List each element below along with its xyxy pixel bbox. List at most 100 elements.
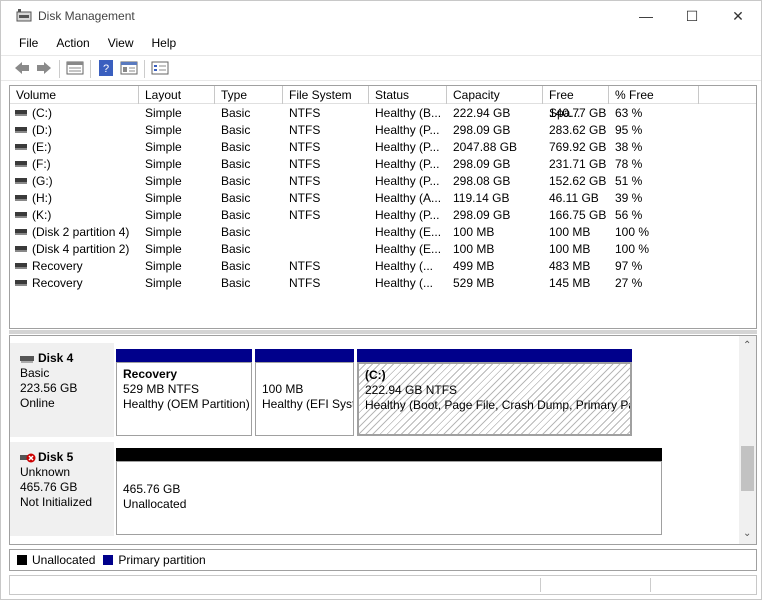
table-row[interactable]: (E:) Simple Basic NTFS Healthy (P... 2047.88 … <box>10 139 756 156</box>
drive-icon <box>15 161 27 167</box>
cell-status: Healthy (... <box>375 276 434 290</box>
column-header-percent-free[interactable]: % Free <box>609 86 699 104</box>
table-row[interactable]: (G:) Simple Basic NTFS Healthy (P... 298.08 G… <box>10 173 756 190</box>
drive-icon <box>15 144 27 150</box>
column-header-status[interactable]: Status <box>369 86 447 104</box>
drive-icon <box>15 246 27 252</box>
cell-layout: Simple <box>145 140 182 154</box>
svg-text:?: ? <box>103 63 109 75</box>
cell-status: Healthy (A... <box>375 191 442 205</box>
drive-icon <box>15 280 27 286</box>
drive-icon <box>15 195 27 201</box>
partition-efi[interactable]: 100 MB Healthy (EFI System Partition) <box>255 362 354 436</box>
table-row[interactable]: (H:) Simple Basic NTFS Healthy (A... 119.14 G… <box>10 190 756 207</box>
cell-status: Healthy (E... <box>375 242 442 256</box>
drive-icon <box>15 263 27 269</box>
unallocated-space[interactable]: 465.76 GB Unallocated <box>116 461 662 535</box>
cell-layout: Simple <box>145 259 182 273</box>
cell-volume: (E:) <box>32 140 52 154</box>
table-row[interactable]: (K:) Simple Basic NTFS Healthy (P... 298.09 G… <box>10 207 756 224</box>
table-row[interactable]: (D:) Simple Basic NTFS Healthy (P... 298.09 G… <box>10 122 756 139</box>
partition-recovery[interactable]: Recovery 529 MB NTFS Healthy (OEM Partit… <box>116 362 252 436</box>
maximize-button[interactable]: ☐ <box>669 1 715 31</box>
menu-view[interactable]: View <box>99 33 143 53</box>
vertical-scrollbar[interactable]: ⌃ ⌄ <box>739 336 756 544</box>
disk5-state: Not Initialized <box>20 495 93 509</box>
scroll-up-icon[interactable]: ⌃ <box>743 340 751 351</box>
cell-type: Basic <box>221 276 251 290</box>
pane-splitter[interactable] <box>9 330 757 334</box>
cell-percent-free: 95 % <box>615 123 643 137</box>
cell-file-system: NTFS <box>289 276 321 290</box>
cell-free-space: 100 MB <box>549 242 591 256</box>
disk4-type: Basic <box>20 366 50 380</box>
show-list-icon[interactable] <box>66 60 84 76</box>
back-arrow-icon[interactable] <box>13 60 31 76</box>
column-header-layout[interactable]: Layout <box>139 86 215 104</box>
cell-volume: (F:) <box>32 157 51 171</box>
column-header-free-space[interactable]: Free Spa... <box>543 86 609 120</box>
disk4-state: Online <box>20 396 55 410</box>
settings-icon[interactable] <box>151 60 169 76</box>
column-header-type[interactable]: Type <box>215 86 283 104</box>
cell-layout: Simple <box>145 225 182 239</box>
drive-icon <box>15 212 27 218</box>
close-button[interactable]: ✕ <box>715 1 761 31</box>
partition-size: 529 MB NTFS <box>123 382 200 396</box>
cell-file-system: NTFS <box>289 208 321 222</box>
menu-file[interactable]: File <box>1 33 47 53</box>
cell-type: Basic <box>221 123 251 137</box>
table-row[interactable]: (Disk 2 partition 4) Simple Basic Healthy (… <box>10 224 756 241</box>
partition-name: (C:) <box>365 368 386 382</box>
cell-capacity: 298.09 GB <box>453 157 511 171</box>
table-row[interactable]: (Disk 4 partition 2) Simple Basic Healthy (… <box>10 241 756 258</box>
properties-icon[interactable] <box>120 60 138 76</box>
disk-management-window: Disk Management — ☐ ✕ File Action View H… <box>0 0 762 600</box>
cell-file-system: NTFS <box>289 123 321 137</box>
cell-type: Basic <box>221 208 251 222</box>
column-header-capacity[interactable]: Capacity <box>447 86 543 104</box>
partition-bar <box>116 349 252 362</box>
table-row[interactable]: Recovery Simple Basic NTFS Healthy (... 499 M… <box>10 258 756 275</box>
column-header-volume[interactable]: Volume <box>10 86 139 104</box>
disk4-label[interactable]: Disk 4 Basic 223.56 GB Online <box>10 343 114 437</box>
cell-layout: Simple <box>145 276 182 290</box>
disk5-size: 465.76 GB <box>20 480 78 494</box>
cell-layout: Simple <box>145 106 182 120</box>
partition-c-drive[interactable]: (C:) 222.94 GB NTFS Healthy (Boot, Page … <box>357 362 632 436</box>
forward-arrow-icon[interactable] <box>35 60 53 76</box>
disk-graphical-view: Disk 4 Basic 223.56 GB Online Recovery 5… <box>9 335 757 545</box>
cell-percent-free: 78 % <box>615 157 643 171</box>
cell-file-system: NTFS <box>289 191 321 205</box>
cell-status: Healthy (B... <box>375 106 442 120</box>
menu-help[interactable]: Help <box>143 33 186 53</box>
table-row[interactable]: (C:) Simple Basic NTFS Healthy (B... 222.94 G… <box>10 105 756 122</box>
cell-volume: (C:) <box>32 106 52 120</box>
menu-bar: File Action View Help <box>1 33 761 53</box>
disk5-type: Unknown <box>20 465 71 479</box>
table-row[interactable]: Recovery Simple Basic NTFS Healthy (... 529 M… <box>10 275 756 292</box>
table-row[interactable]: (F:) Simple Basic NTFS Healthy (P... 298.09 G… <box>10 156 756 173</box>
menu-action[interactable]: Action <box>47 33 98 53</box>
cell-percent-free: 27 % <box>615 276 643 290</box>
cell-layout: Simple <box>145 174 182 188</box>
legend-primary-partition: Primary partition <box>118 553 206 567</box>
scrollbar-thumb[interactable] <box>741 446 754 491</box>
cell-type: Basic <box>221 191 251 205</box>
scroll-down-icon[interactable]: ⌄ <box>743 528 751 539</box>
status-bar <box>9 575 757 595</box>
cell-percent-free: 100 % <box>615 242 650 256</box>
cell-layout: Simple <box>145 208 182 222</box>
cell-volume: Recovery <box>32 259 83 273</box>
help-icon[interactable]: ? <box>97 60 115 76</box>
minimize-button[interactable]: — <box>623 1 669 31</box>
cell-volume: (H:) <box>32 191 52 205</box>
column-header-file-system[interactable]: File System <box>283 86 369 104</box>
cell-capacity: 529 MB <box>453 276 495 290</box>
cell-capacity: 100 MB <box>453 242 495 256</box>
cell-capacity: 499 MB <box>453 259 495 273</box>
cell-volume: (Disk 4 partition 2) <box>32 242 130 256</box>
disk5-label[interactable]: Disk 5 Unknown 465.76 GB Not Initialized <box>10 442 114 536</box>
cell-file-system: NTFS <box>289 259 321 273</box>
partition-bar <box>255 349 354 362</box>
